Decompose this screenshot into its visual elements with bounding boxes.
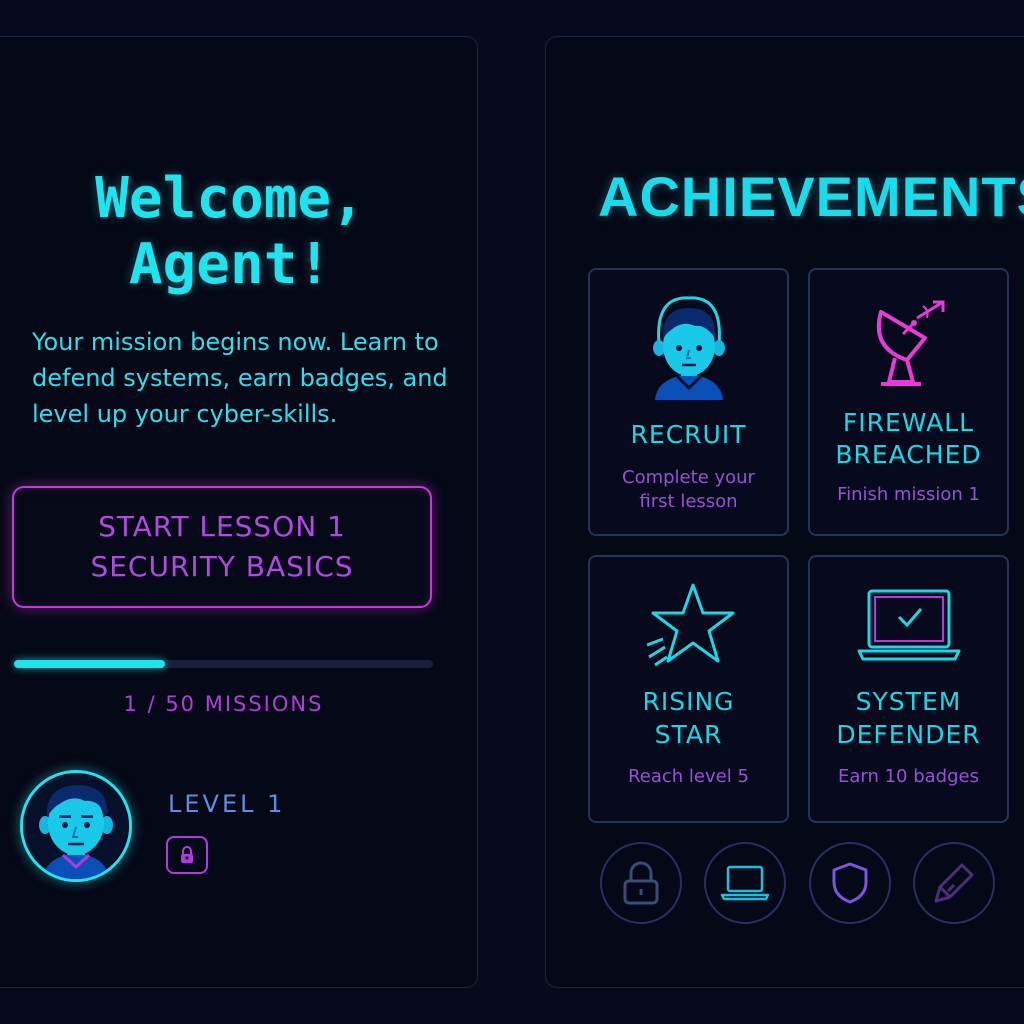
satellite-dish-icon — [810, 298, 1007, 390]
lock-icon — [166, 836, 208, 874]
locked-badge-padlock[interactable] — [600, 842, 682, 924]
achievements-title: ACHIEVEMENTS — [598, 165, 1024, 228]
shield-icon — [832, 862, 868, 904]
locked-badge-laptop[interactable] — [704, 842, 786, 924]
recruit-title: RECRUIT — [630, 420, 747, 449]
recruit-description-line-2: first lesson — [639, 491, 738, 512]
mission-progress-label: 1 / 50 MISSIONS — [123, 692, 324, 716]
system-defender-title-line-2: DEFENDER — [836, 720, 981, 749]
firewall-breached-title-line-2: BREACHED — [835, 440, 982, 469]
mission-description: Your mission begins now. Learn to defend… — [32, 328, 448, 428]
mission-progress-bar — [14, 660, 433, 668]
pencil-icon — [934, 863, 974, 903]
start-lesson-button[interactable]: START LESSON 1 SECURITY BASICS — [12, 486, 432, 608]
achievement-card-recruit[interactable]: RECRUIT Complete your first lesson — [588, 268, 789, 536]
welcome-line-1: Welcome, — [95, 166, 365, 231]
laptop-check-icon — [810, 587, 1007, 663]
mission-progress-fill — [14, 660, 165, 668]
padlock-icon — [623, 861, 659, 905]
rising-star-title-line-2: STAR — [654, 720, 723, 749]
achievement-card-system-defender[interactable]: SYSTEM DEFENDER Earn 10 badges — [808, 555, 1009, 823]
rising-star-title-line-1: RISING — [642, 687, 735, 716]
recruit-avatar-icon — [590, 294, 787, 400]
system-defender-description: Earn 10 badges — [837, 766, 979, 787]
achievement-card-rising-star[interactable]: RISING STAR Reach level 5 — [588, 555, 789, 823]
level-label: LEVEL 1 — [168, 790, 286, 818]
system-defender-title-line-1: SYSTEM — [855, 687, 962, 716]
agent-avatar[interactable] — [20, 770, 132, 882]
recruit-description-line-1: Complete your — [622, 467, 755, 488]
laptop-icon — [720, 865, 770, 901]
locked-badge-pencil[interactable] — [913, 842, 995, 924]
firewall-breached-title-line-1: FIREWALL — [842, 408, 975, 437]
welcome-heading: Welcome, Agent! — [20, 166, 440, 298]
welcome-line-2: Agent! — [128, 232, 332, 297]
locked-badge-shield[interactable] — [809, 842, 891, 924]
rising-star-description: Reach level 5 — [628, 766, 749, 787]
shooting-star-icon — [590, 581, 787, 671]
start-lesson-sublabel: SECURITY BASICS — [90, 550, 354, 583]
start-lesson-label: START LESSON 1 — [98, 510, 346, 543]
firewall-breached-description: Finish mission 1 — [837, 484, 980, 505]
agent-avatar-icon — [23, 773, 129, 879]
achievement-card-firewall-breached[interactable]: FIREWALL BREACHED Finish mission 1 — [808, 268, 1009, 536]
